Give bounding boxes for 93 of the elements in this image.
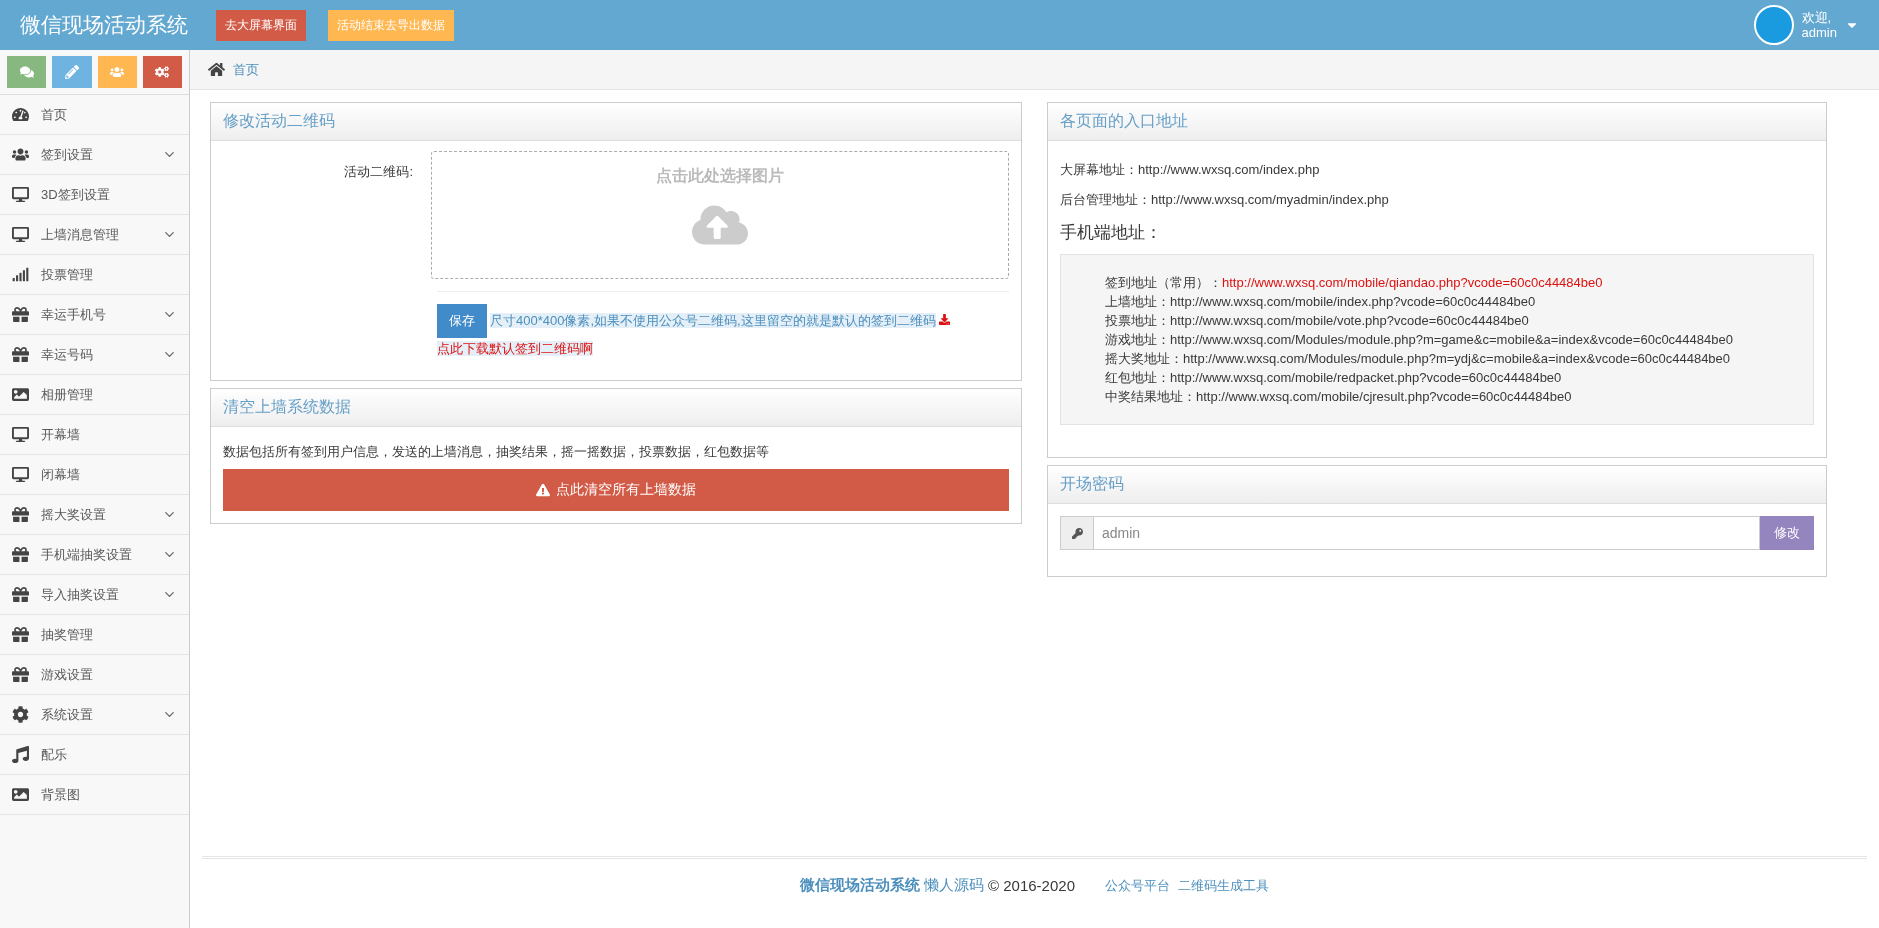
address-line: 红包地址：http://www.wxsq.com/mobile/redpacket.php?vcode=60c0c44484be0 [1105,369,1563,387]
sidebar-label: 系统设置 [41,705,94,724]
image-icon [12,786,29,803]
sidebar-label: 相册管理 [41,385,94,404]
footer-link[interactable]: 二维码生成工具 [1177,876,1269,895]
sidebar-label: 手机端抽奖设置 [41,545,133,564]
warning-icon [536,483,550,497]
gauge-icon [12,106,29,123]
gift-icon [12,586,29,603]
music-icon [12,746,29,763]
footer-link[interactable]: 懒人源码 [924,876,984,895]
footer-brand[interactable]: 微信现场活动系统 [800,876,920,895]
settings-icon [12,706,29,723]
sidebar-label: 游戏设置 [41,665,94,684]
sidebar-label: 导入抽奖设置 [41,585,120,604]
sidebar-item[interactable]: 闭幕墙 [0,455,189,495]
sidebar-item[interactable]: 背景图 [0,775,189,815]
sidebar-label: 配乐 [41,745,68,764]
sidebar-label: 签到设置 [41,145,94,164]
address-line: 签到地址（常用）：http://www.wxsq.com/mobile/qiandao.php?vcode=60c0c44484be0 [1105,274,1604,292]
sidebar-item[interactable]: 摇大奖设置 [0,495,189,535]
users-icon [12,146,29,163]
comments-icon [19,65,34,79]
sidebar-label: 幸运号码 [41,345,94,364]
address-line: 后台管理地址：http://www.wxsq.com/myadmin/index.php [1060,191,1390,209]
sidebar-item[interactable]: 投票管理 [0,255,189,295]
password-field[interactable]: admin [1094,516,1760,550]
image-icon [12,386,29,403]
sidebar-label: 摇大奖设置 [41,505,107,524]
gift-icon [12,666,29,683]
desktop-icon [12,226,29,243]
sidebar-label: 开幕墙 [41,425,81,444]
users-icon [110,65,125,79]
sidebar-label: 投票管理 [41,265,94,284]
header-button[interactable]: 去大屏幕界面 [216,9,306,41]
sidebar-label: 抽奖管理 [41,625,94,644]
gears-icon [155,65,170,79]
shortcut-button[interactable] [52,56,92,88]
address-line: 摇大奖地址：http://www.wxsq.com/Modules/module.php?m=ydj&c=mobile&a=index&vcode=60c0c44484be0 [1105,350,1732,368]
gift-icon [12,306,29,323]
download-link[interactable]: 点此下载默认签到二维码啊 [437,341,593,356]
key-icon [1060,516,1094,550]
sidebar-item[interactable]: 3D签到设置 [0,175,189,215]
sidebar-item[interactable]: 幸运号码 [0,335,189,375]
greeting: 欢迎, [1801,10,1833,25]
download-icon [939,314,951,325]
sidebar-item[interactable]: 首页 [0,95,189,135]
gift-icon [12,506,29,523]
description: 数据包括所有签到用户信息，发送的上墙消息，抽奖结果，摇一摇数据，投票数据，红包数据等 [223,443,770,461]
save-button[interactable]: 保存 [437,304,487,338]
section-heading: 手机端地址： [1060,222,1163,244]
size-hint: 尺寸400*400像素,如果不使用公众号二维码,这里留空的就是默认的签到二维码 [490,313,936,328]
upload-hint: 点击此处选择图片 [656,166,784,186]
footer-link[interactable]: 公众号平台 [1104,876,1170,895]
gift-icon [12,626,29,643]
avatar[interactable] [1753,5,1794,45]
gift-icon [12,346,29,363]
sidebar-item[interactable]: 系统设置 [0,695,189,735]
sidebar-item[interactable]: 手机端抽奖设置 [0,535,189,575]
signal-icon [12,266,29,283]
sidebar-item[interactable]: 抽奖管理 [0,615,189,655]
home-icon [208,61,225,78]
sidebar-label: 背景图 [41,785,81,804]
app-title: 微信现场活动系统 [20,12,188,38]
sidebar-item[interactable]: 相册管理 [0,375,189,415]
sidebar-item[interactable]: 配乐 [0,735,189,775]
address-line: 投票地址：http://www.wxsq.com/mobile/vote.php?vcode=60c0c44484be0 [1105,312,1530,330]
shortcut-button[interactable] [142,56,182,88]
sidebar-item[interactable]: 上墙消息管理 [0,215,189,255]
address-line: 上墙地址：http://www.wxsq.com/mobile/index.php?vcode=60c0c44484be0 [1105,293,1537,311]
address-line: 中奖结果地址：http://www.wxsq.com/mobile/cjresult.php?vcode=60c0c44484be0 [1105,388,1573,406]
sidebar-item[interactable]: 游戏设置 [0,655,189,695]
sidebar-label: 3D签到设置 [41,185,111,204]
field-label: 活动二维码: [343,163,413,181]
sidebar-item[interactable]: 签到设置 [0,135,189,175]
copyright: © 2016-2020 [988,877,1075,894]
address-line: 大屏幕地址：http://www.wxsq.com/index.php [1060,161,1321,179]
sidebar-item[interactable]: 幸运手机号 [0,295,189,335]
desktop-icon [12,466,29,483]
sidebar-label: 幸运手机号 [41,305,107,324]
sidebar-item[interactable]: 导入抽奖设置 [0,575,189,615]
sidebar-label: 上墙消息管理 [41,225,120,244]
sidebar-label: 首页 [41,105,68,124]
desktop-icon [12,186,29,203]
sidebar-label: 闭幕墙 [41,465,81,484]
sidebar-item[interactable]: 开幕墙 [0,415,189,455]
desktop-icon [12,426,29,443]
pencil-icon [64,65,79,79]
shortcut-button[interactable] [7,56,47,88]
shortcut-button[interactable] [97,56,137,88]
address-line: 游戏地址：http://www.wxsq.com/Modules/module.php?m=game&c=mobile&a=index&vcode=60c0c44484be0 [1105,331,1734,349]
clear-data-button[interactable]: 点此清空所有上墙数据 [223,469,1009,511]
gift-icon [12,546,29,563]
